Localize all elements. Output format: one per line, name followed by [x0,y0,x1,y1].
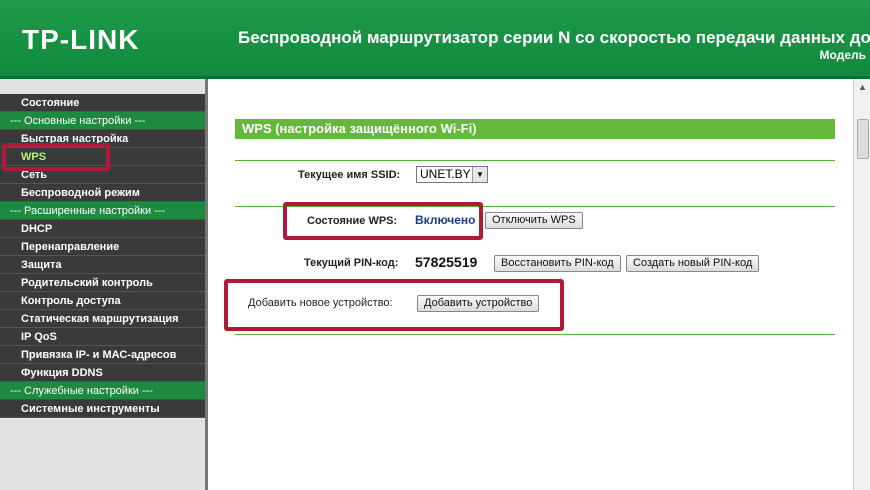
pin-value: 57825519 [415,254,478,270]
vertical-scrollbar[interactable]: ▲ [853,79,870,490]
sidebar: Состояние --- Основные настройки --- Быстр… [0,79,208,490]
header-title: Беспроводной маршрутизатор серии N со ск… [238,28,870,47]
tp-link-logo: TP-LINK [22,24,140,55]
sidebar-item-dhcp[interactable]: DHCP [0,220,205,238]
sidebar-item-перенаправление[interactable]: Перенаправление [0,238,205,256]
chevron-down-icon[interactable]: ▼ [472,167,487,182]
header-model: Модель [819,48,866,62]
sidebar-item-ip-qos[interactable]: IP QoS [0,328,205,346]
disable-wps-button[interactable]: Отключить WPS [485,212,583,229]
divider-bottom [235,334,835,335]
scroll-up-icon[interactable]: ▲ [854,79,870,95]
sidebar-item-контроль-доступа[interactable]: Контроль доступа [0,292,205,310]
sidebar-section-расширенные-настройки: --- Расширенные настройки --- [0,202,205,220]
sidebar-item-быстрая-настройка[interactable]: Быстрая настройка [0,130,205,148]
pin-label: Текущий PIN-код: [304,257,399,269]
divider-top [235,160,835,161]
ssid-select[interactable]: UNET.BY ▼ [416,166,488,183]
sidebar-item-сеть[interactable]: Сеть [0,166,205,184]
ssid-value: UNET.BY [420,167,471,181]
sidebar-item-функция-ddns[interactable]: Функция DDNS [0,364,205,382]
page-title: WPS (настройка защищённого Wi-Fi) [235,119,835,139]
ssid-label: Текущее имя SSID: [298,169,401,181]
add-device-button[interactable]: Добавить устройство [417,295,540,312]
divider-ssid [235,206,835,207]
sidebar-item-статическая-маршрутизация[interactable]: Статическая маршрутизация [0,310,205,328]
wps-state-label: Состояние WPS: [307,215,398,227]
sidebar-item-состояние[interactable]: Состояние [0,94,205,112]
router-header: TP-LINK Беспроводной маршрутизатор серии… [0,0,870,79]
sidebar-nav: Состояние --- Основные настройки --- Быстр… [0,94,205,418]
sidebar-item-привязка-ip-и-мас-адресов[interactable]: Привязка IP- и МАС-адресов [0,346,205,364]
wps-state-value: Включено [415,213,476,227]
sidebar-section-служебные-настройки: --- Служебные настройки --- [0,382,205,400]
sidebar-item-системные-инструменты[interactable]: Системные инструменты [0,400,205,418]
new-pin-button[interactable]: Создать новый PIN-код [626,255,760,272]
sidebar-item-wps[interactable]: WPS [0,148,205,166]
sidebar-item-родительский-контроль[interactable]: Родительский контроль [0,274,205,292]
sidebar-item-беспроводной-режим[interactable]: Беспроводной режим [0,184,205,202]
main-content: WPS (настройка защищённого Wi-Fi) Текуще… [208,79,850,490]
sidebar-item-защита[interactable]: Защита [0,256,205,274]
add-device-label: Добавить новое устройство: [248,297,393,309]
restore-pin-button[interactable]: Восстановить PIN-код [494,255,621,272]
scroll-thumb[interactable] [857,119,869,159]
sidebar-section-основные-настройки: --- Основные настройки --- [0,112,205,130]
